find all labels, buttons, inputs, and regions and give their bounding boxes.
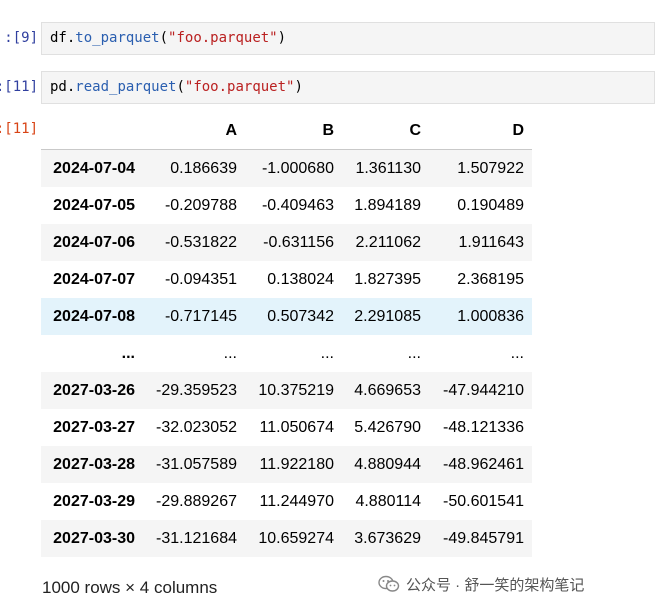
table-row: 2024-07-04 0.186639 -1.000680 1.361130 1.507… <box>41 149 532 187</box>
table-cell: -48.962461 <box>443 455 524 473</box>
row-index: 2024-07-05 <box>53 196 135 214</box>
table-cell: 0.138024 <box>267 270 334 288</box>
code-editor[interactable]: df.to_parquet("foo.parquet") <box>41 22 655 55</box>
table-cell: -32.023052 <box>156 418 237 436</box>
table-row: 2024-07-05 -0.209788 -0.409463 1.894189 0.19… <box>41 187 532 224</box>
table-cell: 0.186639 <box>170 159 237 177</box>
table-cell: 4.669653 <box>354 381 421 399</box>
table-row: 2027-03-30 -31.121684 10.659274 3.673629 -49… <box>41 520 532 557</box>
table-cell: -1.000680 <box>261 159 334 177</box>
code-paren-open: ( <box>176 79 185 95</box>
table-row: 2024-07-07 -0.094351 0.138024 1.827395 2.368… <box>41 261 532 298</box>
row-index: 2027-03-30 <box>53 529 135 547</box>
table-cell: 0.190489 <box>457 196 524 214</box>
table-cell: 11.922180 <box>259 455 334 473</box>
row-index: ... <box>121 344 135 362</box>
code-variable: pd <box>50 79 67 95</box>
table-cell: ... <box>407 344 421 362</box>
watermark-text: 公众号 · 舒一笑的架构笔记 <box>406 576 585 594</box>
table-cell: 11.244970 <box>259 492 334 510</box>
watermark: 公众号 · 舒一笑的架构笔记 <box>378 572 584 596</box>
table-cell: 10.375219 <box>258 381 334 399</box>
table-cell: 0.507342 <box>267 307 334 325</box>
table-cell: -29.889267 <box>156 492 237 510</box>
dataframe-table: A B C D 2024-07-04 0.186639 -1.000680 1.361… <box>41 113 532 557</box>
row-index: 2027-03-26 <box>53 381 135 399</box>
table-cell: 1.000836 <box>457 307 524 325</box>
column-header: A <box>143 113 245 150</box>
row-index: 2027-03-27 <box>53 418 135 436</box>
code-paren-close: ) <box>277 30 287 46</box>
dataframe-shape: 1000 rows × 4 columns <box>42 578 218 597</box>
column-header: C <box>342 113 429 150</box>
table-cell: -50.601541 <box>443 492 524 510</box>
table-cell: -49.845791 <box>443 529 524 547</box>
table-cell: 2.291085 <box>354 307 421 325</box>
table-cell: -0.409463 <box>261 196 334 214</box>
table-cell: 3.673629 <box>354 529 421 547</box>
code-editor[interactable]: pd.read_parquet("foo.parquet") <box>41 71 655 104</box>
table-row: 2024-07-08 -0.717145 0.507342 2.291085 1.000… <box>41 298 532 335</box>
code-paren-close: ) <box>294 79 303 95</box>
table-cell: ... <box>223 344 237 362</box>
row-index: 2027-03-29 <box>53 492 135 510</box>
table-cell: -0.209788 <box>164 196 237 214</box>
input-prompt: [9]: <box>4 30 38 46</box>
table-row: 2027-03-28 -31.057589 11.922180 4.880944 -48… <box>41 446 532 483</box>
table-cell: 1.507922 <box>457 159 524 177</box>
index-header <box>41 113 143 150</box>
table-header-row: A B C D <box>41 113 532 150</box>
table-cell: ... <box>510 344 524 362</box>
table-cell: -31.057589 <box>156 455 237 473</box>
row-index: 2027-03-28 <box>53 455 135 473</box>
table-cell: 1.361130 <box>355 159 421 177</box>
table-cell: -0.631156 <box>263 233 334 251</box>
code-paren-open: ( <box>159 30 169 46</box>
table-cell: -0.717145 <box>164 307 237 325</box>
table-cell: -29.359523 <box>156 381 237 399</box>
table-cell: ... <box>320 344 334 362</box>
table-row: 2027-03-26 -29.359523 10.375219 4.669653 -47… <box>41 372 532 409</box>
table-cell: -0.531822 <box>164 233 237 251</box>
table-cell: 1.911643 <box>458 233 524 251</box>
table-cell: 10.659274 <box>258 529 334 547</box>
table-cell: 11.050674 <box>259 418 334 436</box>
input-prompt: [11]: <box>0 79 38 95</box>
table-cell: 1.894189 <box>354 196 421 214</box>
code-variable: df <box>50 30 67 46</box>
table-cell: 2.368195 <box>457 270 524 288</box>
code-string: "foo.parquet" <box>168 30 278 46</box>
code-string: "foo.parquet" <box>184 79 295 95</box>
column-header: B <box>245 113 342 150</box>
table-cell: 1.827395 <box>354 270 421 288</box>
table-cell: -0.094351 <box>164 270 237 288</box>
row-index: 2024-07-08 <box>53 307 135 325</box>
row-index: 2024-07-04 <box>53 159 135 177</box>
row-index: 2024-07-06 <box>53 233 135 251</box>
table-row: 2027-03-29 -29.889267 11.244970 4.880114 -50… <box>41 483 532 520</box>
code-function: read_parquet <box>75 79 177 95</box>
table-cell: 4.880114 <box>355 492 421 510</box>
table-cell: -47.944210 <box>443 381 524 399</box>
table-row: ............... <box>41 335 532 372</box>
table-cell: 5.426790 <box>354 418 421 436</box>
row-index: 2024-07-07 <box>53 270 135 288</box>
column-header: D <box>429 113 532 150</box>
code-function: to_parquet <box>75 30 160 46</box>
wechat-icon <box>378 575 400 592</box>
table-cell: -48.121336 <box>443 418 524 436</box>
table-cell: 4.880944 <box>354 455 421 473</box>
table-row: 2027-03-27 -32.023052 11.050674 5.426790 -48… <box>41 409 532 446</box>
table-cell: -31.121684 <box>156 529 237 547</box>
output-prompt: [11]: <box>0 121 38 137</box>
table-cell: 2.211062 <box>355 233 421 251</box>
table-row: 2024-07-06 -0.531822 -0.631156 2.211062 1.91… <box>41 224 532 261</box>
